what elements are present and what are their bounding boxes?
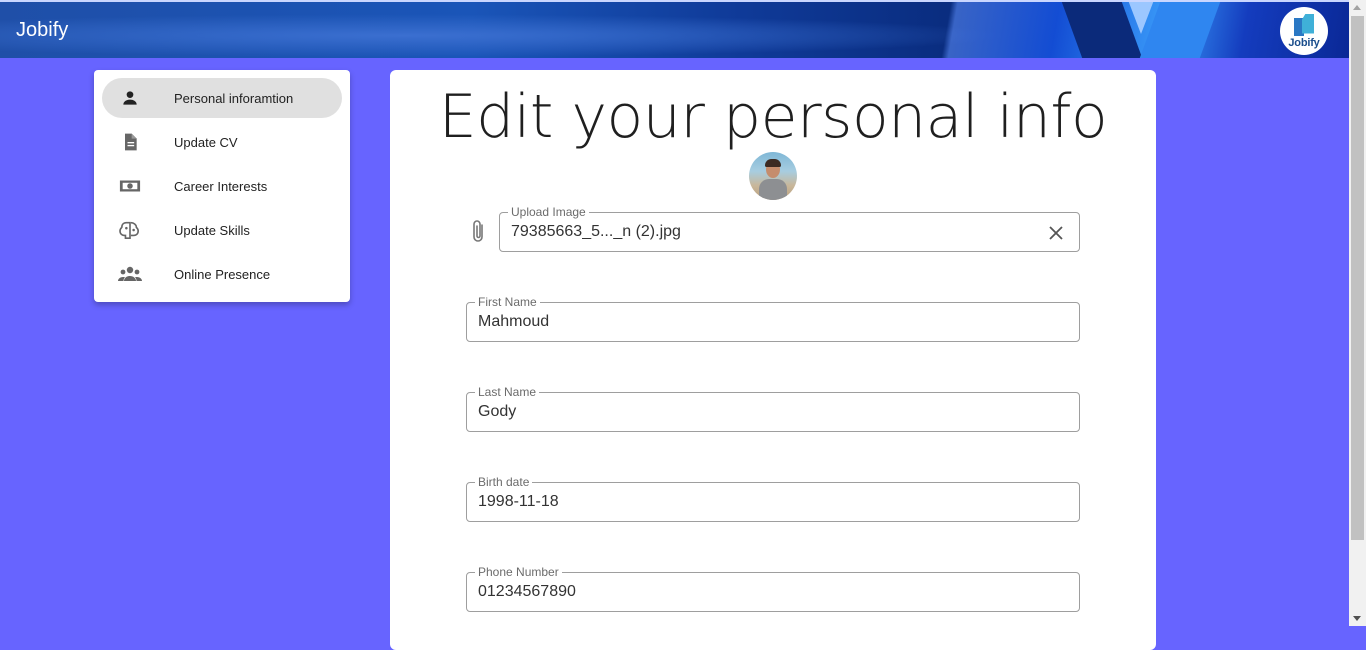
app-title[interactable]: Jobify	[16, 19, 68, 42]
upload-image-value: 79385663_5..._n (2).jpg	[511, 223, 681, 240]
group-icon	[118, 262, 142, 286]
birth-date-value[interactable]: 1998-11-18	[478, 493, 559, 511]
app-bar: Jobify Jobify	[0, 0, 1349, 58]
sidebar-item-label: Update Skills	[174, 222, 250, 238]
birth-date-field[interactable]: Birth date 1998-11-18	[466, 475, 1080, 522]
sidebar-item-label: Personal inforamtion	[174, 90, 294, 106]
last-name-label: Last Name	[475, 385, 540, 399]
last-name-field[interactable]: Last Name Gody	[466, 385, 1080, 432]
profile-avatar	[749, 152, 797, 200]
logo-mark-icon	[1294, 13, 1314, 36]
person-icon	[118, 86, 142, 110]
sidebar-item-personal-information[interactable]: Personal inforamtion	[102, 78, 342, 118]
vertical-scrollbar[interactable]	[1349, 0, 1366, 626]
sidebar-item-online-presence[interactable]: Online Presence	[102, 254, 342, 294]
page-title: Edit your personal info	[438, 82, 1108, 152]
clear-icon[interactable]	[1047, 224, 1065, 242]
document-icon	[118, 130, 142, 154]
logo-text: Jobify	[1288, 36, 1320, 49]
upload-image-label: Upload Image	[508, 205, 589, 219]
first-name-label: First Name	[475, 295, 540, 309]
sidebar-item-label: Career Interests	[174, 178, 268, 194]
scroll-down-arrow-icon[interactable]	[1353, 616, 1361, 621]
sidebar-item-update-cv[interactable]: Update CV	[102, 122, 342, 162]
header-decoration	[1061, 2, 1143, 58]
sidebar-item-label: Online Presence	[174, 266, 271, 282]
phone-number-value[interactable]: 01234567890	[478, 583, 576, 601]
money-icon	[118, 174, 142, 198]
personal-info-card: Edit your personal info Upload Image 793…	[390, 70, 1156, 650]
phone-number-field[interactable]: Phone Number 01234567890	[466, 565, 1080, 612]
scroll-up-arrow-icon[interactable]	[1353, 5, 1361, 10]
sidebar-item-update-skills[interactable]: Update Skills	[102, 210, 342, 250]
first-name-value[interactable]: Mahmoud	[478, 313, 549, 331]
profile-side-menu: Personal inforamtion Update CV Career In…	[94, 70, 350, 302]
sidebar-item-label: Update CV	[174, 134, 238, 150]
first-name-field[interactable]: First Name Mahmoud	[466, 295, 1080, 342]
upload-image-field[interactable]: Upload Image 79385663_5..._n (2).jpg	[499, 205, 1080, 252]
scrollbar-thumb[interactable]	[1351, 16, 1364, 540]
jobify-logo[interactable]: Jobify	[1280, 7, 1328, 55]
brain-icon	[118, 218, 142, 242]
birth-date-label: Birth date	[475, 475, 533, 489]
phone-number-label: Phone Number	[475, 565, 562, 579]
last-name-value[interactable]: Gody	[478, 403, 516, 421]
header-decoration	[1139, 2, 1221, 58]
sidebar-item-career-interests[interactable]: Career Interests	[102, 166, 342, 206]
attach-file-icon[interactable]	[469, 219, 489, 245]
